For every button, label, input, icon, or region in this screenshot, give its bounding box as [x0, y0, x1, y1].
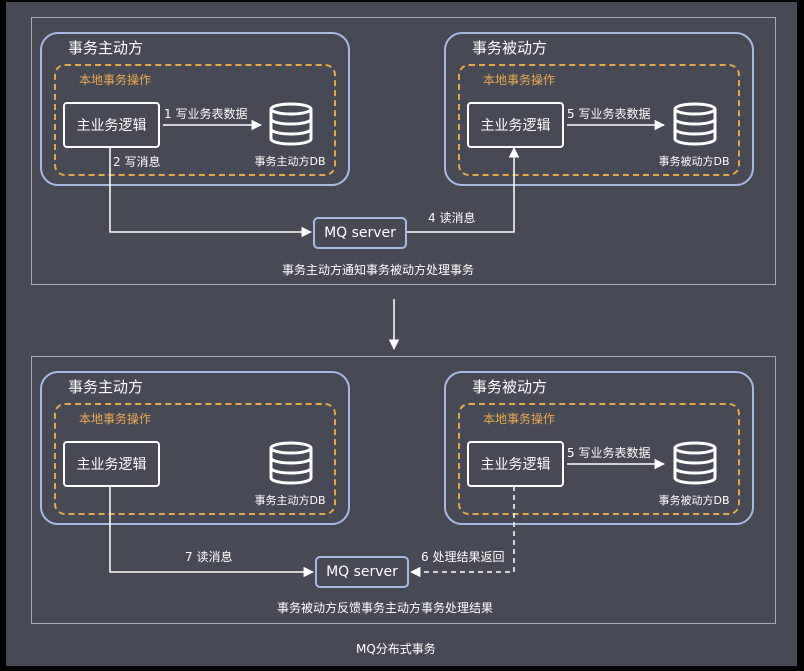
arrow-read-message — [109, 486, 315, 578]
diagram-canvas: 事务主动方 本地事务操作 主业务逻辑 事务主动方DB 事务被动方 本地事务操作 … — [0, 0, 804, 671]
diagram-panel: 事务主动方 本地事务操作 主业务逻辑 事务主动方DB 事务被动方 本地事务操作 … — [6, 2, 797, 666]
arrow-result-return — [409, 486, 515, 578]
arrow-write-message — [109, 147, 313, 238]
connector-layer — [109, 119, 666, 578]
arrow-read-message — [407, 146, 520, 233]
